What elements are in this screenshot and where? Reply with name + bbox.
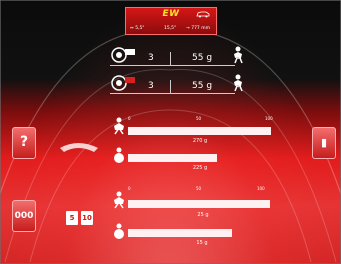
- top-status-panel: EW ↔ 5,5" 15,5" → 777 mm: [125, 7, 217, 35]
- person-hammer-icon: [114, 117, 124, 135]
- scale-upper-0: 0: [128, 116, 131, 121]
- scale-upper-50: 50: [196, 116, 202, 121]
- weight-clip-icon: [60, 143, 98, 152]
- bar-track-1: [128, 127, 271, 135]
- person-balance-icon: [234, 46, 243, 64]
- scale-lower-50: 50: [196, 186, 202, 191]
- counter-button[interactable]: 000: [12, 200, 36, 232]
- bar-track-3: [128, 200, 271, 208]
- car-icon: [196, 11, 210, 18]
- person-adhesive-icon: [114, 223, 124, 239]
- wheel-row-outer: 3 55 g: [110, 80, 235, 94]
- scale-lower-0: 0: [128, 186, 131, 191]
- bar-fill-2: [128, 154, 217, 162]
- info-mid: 15,5": [164, 26, 177, 31]
- bar-fill-4: [128, 229, 232, 237]
- person-balance-icon: [234, 74, 243, 92]
- scale-upper-100: 100: [265, 116, 273, 121]
- chip-10[interactable]: 10: [81, 211, 93, 225]
- inner-weight: 55 g: [192, 53, 213, 63]
- inner-count: 3: [148, 53, 154, 63]
- person-hammer-icon: [114, 191, 124, 209]
- bar-fill-1: [128, 127, 271, 135]
- outer-weight: 55 g: [192, 81, 213, 91]
- bar-value-1: 270 g: [192, 138, 208, 144]
- info-right: → 777 mm: [186, 26, 210, 31]
- manual-button[interactable]: ▮: [312, 127, 336, 159]
- bar-track-2: [128, 154, 271, 162]
- help-button[interactable]: ?: [12, 127, 36, 159]
- book-icon: ▮: [320, 136, 328, 149]
- top-info-row: ↔ 5,5" 15,5" → 777 mm: [126, 24, 216, 34]
- bar-value-3: 25 g: [197, 212, 209, 218]
- chip-5[interactable]: 5: [66, 211, 78, 225]
- bar-value-4: 15 g: [196, 240, 208, 246]
- outer-count: 3: [148, 81, 154, 91]
- help-icon: ?: [19, 134, 29, 150]
- person-adhesive-icon: [114, 147, 124, 163]
- wheel-row-inner: 3 55 g: [110, 52, 235, 66]
- info-left: ↔ 5,5": [130, 26, 145, 31]
- counter-icon: 000: [14, 211, 34, 221]
- bar-track-4: [128, 229, 258, 237]
- scale-lower-100: 100: [257, 186, 265, 191]
- bar-value-2: 225 g: [192, 165, 208, 171]
- bar-fill-3: [128, 200, 270, 208]
- balancer-screen: EW ↔ 5,5" 15,5" → 777 mm 3 55 g 3 55 g ?…: [0, 0, 341, 264]
